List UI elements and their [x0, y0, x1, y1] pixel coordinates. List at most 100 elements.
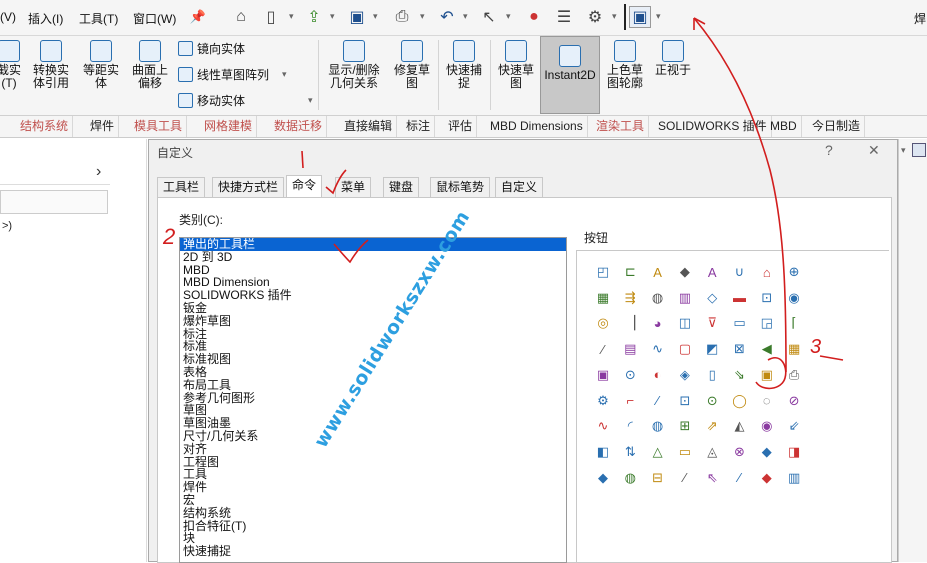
ruler-icon[interactable]: ⁄	[730, 468, 750, 488]
save-as-icon[interactable]: ▣	[629, 6, 651, 28]
help-icon[interactable]: ?	[825, 142, 833, 158]
edit-icon[interactable]: ⁄	[675, 468, 695, 488]
frame-icon[interactable]: ⊡	[757, 288, 777, 308]
panel-input[interactable]	[0, 190, 108, 214]
hatch-icon[interactable]: ▬	[730, 288, 750, 308]
ribbon-tab[interactable]: 焊件	[86, 116, 120, 137]
ribbon-tab[interactable]: MBD	[766, 116, 802, 137]
linear-pattern-button[interactable]: 线性草图阵列	[178, 66, 269, 83]
category-item[interactable]: SOLIDWORKS 插件	[180, 289, 566, 302]
offset-entities-button[interactable]: 等距实 体	[78, 38, 124, 90]
note-icon[interactable]: A	[702, 262, 722, 282]
ribbon-tab[interactable]: 模具工具	[130, 116, 188, 137]
toolbar-icon[interactable]: ⊏	[620, 262, 640, 282]
sketch-icon[interactable]: ⌂	[757, 262, 777, 282]
print-icon[interactable]: ⎙	[391, 6, 413, 28]
bracket-icon[interactable]: ⌈	[784, 313, 804, 333]
home-icon[interactable]: ⌂	[230, 6, 252, 28]
ribbon-tab[interactable]: 结构系统	[16, 116, 74, 137]
category-item[interactable]: 尺寸/几何关系	[180, 430, 566, 443]
options-gear-icon[interactable]: ⚙	[584, 6, 606, 28]
category-item[interactable]: 草图	[180, 404, 566, 417]
color-wheel-icon[interactable]: ◕	[648, 313, 668, 333]
save-icon[interactable]: ▣	[346, 6, 368, 28]
view-cube-icon[interactable]	[912, 143, 926, 157]
weldment-icon[interactable]: ▥	[784, 468, 804, 488]
category-item[interactable]: 爆炸草图	[180, 314, 566, 328]
globe-icon[interactable]: ◐	[648, 365, 668, 385]
eye-icon[interactable]: ◉	[757, 416, 777, 436]
wave-icon[interactable]: ∿	[593, 416, 613, 436]
category-item[interactable]: 2D 到 3D	[180, 250, 566, 264]
monitor-icon[interactable]: ▭	[675, 442, 695, 462]
grid-icon[interactable]: ⊠	[730, 339, 750, 359]
export-icon[interactable]: ⇘	[730, 365, 750, 385]
shell-icon[interactable]: ◜	[620, 416, 640, 436]
chevron-down-icon[interactable]: ▾	[373, 11, 378, 22]
split-icon[interactable]: ▕	[620, 313, 640, 333]
move-icon[interactable]: ⇶	[620, 288, 640, 308]
axis-icon[interactable]: ⇗	[702, 416, 722, 436]
pin-icon[interactable]: ◯	[730, 391, 750, 411]
repair-sketch-button[interactable]: 修复草 图	[390, 38, 434, 90]
line-icon[interactable]: ⁄	[648, 391, 668, 411]
normal-to-button[interactable]: 正视于	[650, 38, 696, 77]
category-item[interactable]: 结构系统	[180, 506, 566, 520]
swap-icon[interactable]: ⇅	[620, 442, 640, 462]
solid-icon[interactable]: ◆	[593, 468, 613, 488]
pattern-icon[interactable]: ⊞	[675, 416, 695, 436]
ribbon-tab[interactable]: SOLIDWORKS 插件	[654, 116, 772, 137]
ribbon-tab[interactable]: 网格建模	[200, 116, 258, 137]
close-icon[interactable]: ✕	[868, 142, 880, 159]
panel-row[interactable]: ›	[0, 163, 110, 185]
corner-icon[interactable]: ⌐	[620, 391, 640, 411]
mesh-icon[interactable]: ◭	[730, 416, 750, 436]
category-item[interactable]: 扣合特征(T)	[180, 519, 566, 533]
sphere-icon[interactable]: ◍	[648, 288, 668, 308]
category-item[interactable]: 宏	[180, 494, 566, 507]
chevron-down-icon[interactable]: ▾	[308, 95, 313, 106]
back-icon[interactable]: ◀	[757, 339, 777, 359]
save-icon[interactable]: ▢	[675, 339, 695, 359]
category-item[interactable]: 块	[180, 532, 566, 545]
body-icon[interactable]: ◍	[648, 416, 668, 436]
menu-window[interactable]: 窗口(W)	[133, 10, 176, 27]
spline-icon[interactable]: ∿	[648, 339, 668, 359]
tab-keyboard[interactable]: 键盘	[383, 177, 420, 197]
mirror-entities-button[interactable]: 镜向实体	[178, 40, 245, 57]
category-item[interactable]: 焊件	[180, 481, 566, 494]
ribbon-tab[interactable]: MBD Dimensions	[486, 116, 588, 137]
tab-mouse-gestures[interactable]: 鼠标笔势	[430, 177, 491, 197]
ribbon-tab[interactable]: 数据迁移	[270, 116, 328, 137]
category-item[interactable]: 工具	[180, 468, 566, 481]
category-item[interactable]: 对齐	[180, 442, 566, 456]
category-item[interactable]: 工程图	[180, 455, 566, 469]
dash-circle-icon[interactable]: ◌	[757, 391, 777, 411]
arrow-icon[interactable]: ⇙	[784, 416, 804, 436]
pin-icon[interactable]: 📌	[187, 6, 209, 28]
menu-tools[interactable]: 工具(T)	[79, 10, 118, 27]
drawing-icon[interactable]: ◲	[757, 313, 777, 333]
chevron-down-icon[interactable]: ▾	[420, 11, 425, 22]
tab-menus[interactable]: 菜单	[335, 177, 372, 197]
relation-icon[interactable]: ⊗	[730, 442, 750, 462]
weld-icon[interactable]: ◆	[757, 442, 777, 462]
bom-icon[interactable]: ▥	[675, 288, 695, 308]
layer-icon[interactable]: ◩	[702, 339, 722, 359]
pencil-icon[interactable]: ⁄	[593, 339, 613, 359]
ribbon-tab[interactable]: 直接编辑	[340, 116, 398, 137]
instant2d-button[interactable]: Instant2D	[540, 36, 600, 114]
chevron-down-icon[interactable]: ▾	[506, 11, 511, 22]
ribbon-tab[interactable]: 渲染工具	[592, 116, 650, 137]
undo-icon[interactable]: ↶	[436, 6, 458, 28]
move-arrow-icon[interactable]: ⇖	[702, 468, 722, 488]
render-icon[interactable]: ◫	[675, 313, 695, 333]
category-item[interactable]: 快速捕捉	[180, 545, 566, 558]
tag-icon[interactable]: ⊡	[675, 391, 695, 411]
text-icon[interactable]: A	[648, 262, 668, 282]
select-cursor-icon[interactable]: ↖	[478, 6, 500, 28]
circle-icon[interactable]: ◎	[593, 313, 613, 333]
magic-icon[interactable]: ◈	[675, 365, 695, 385]
tab-toolbars[interactable]: 工具栏	[157, 177, 206, 197]
menu-insert[interactable]: 插入(I)	[28, 10, 63, 27]
